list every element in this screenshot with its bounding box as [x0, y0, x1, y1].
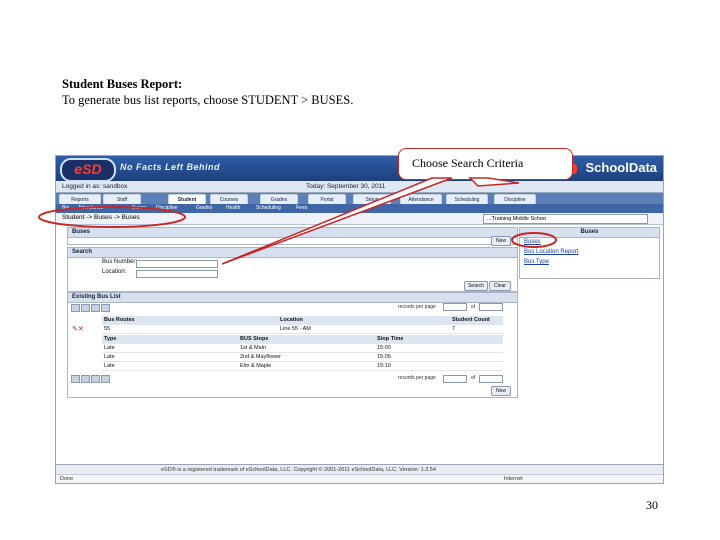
callout-pointer-left: [221, 177, 453, 265]
buses-link-highlight: [511, 232, 557, 248]
breadcrumb-highlight: [38, 206, 186, 228]
slide-number: 30: [646, 498, 658, 512]
callout-pointer-right: [468, 177, 520, 187]
annotation-overlay: [38, 177, 557, 265]
